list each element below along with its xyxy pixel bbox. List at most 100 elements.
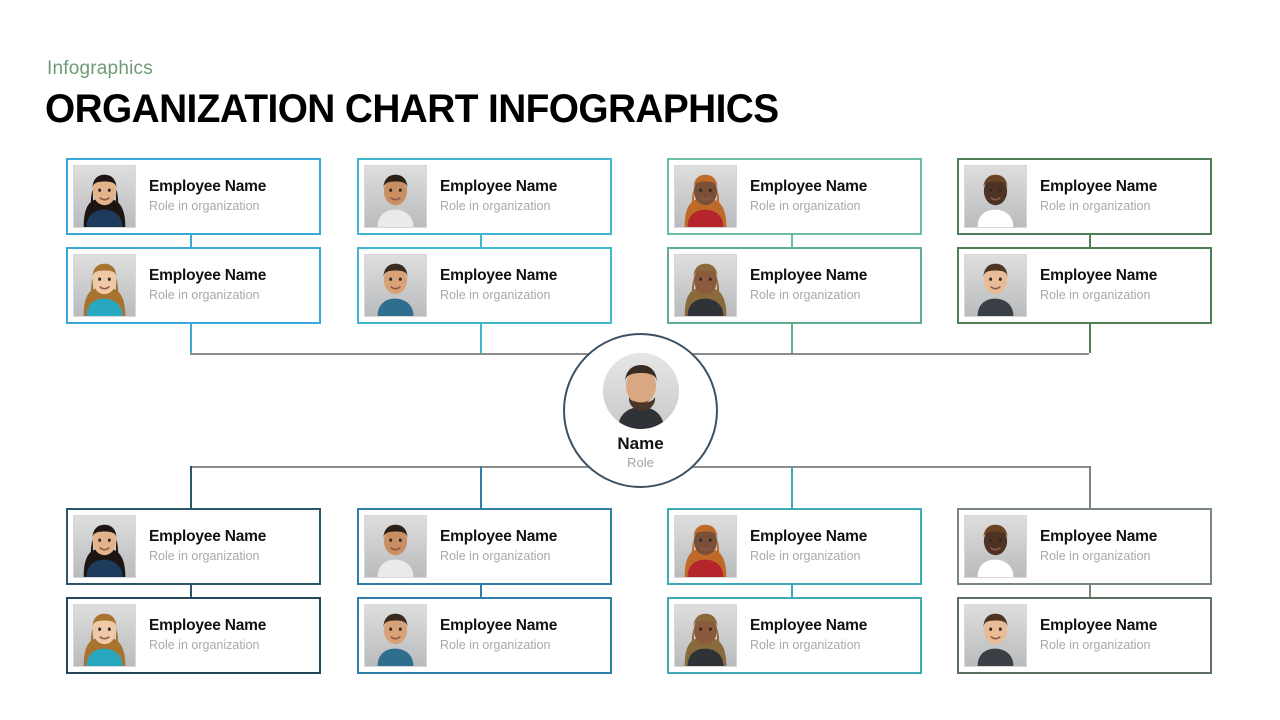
employee-role: Role in organization [750, 199, 861, 214]
employee-role: Role in organization [1040, 549, 1151, 564]
employee-name: Employee Name [440, 178, 558, 196]
employee-avatar [674, 515, 737, 578]
employee-card-top-r2-c3[interactable]: Employee Name Role in organization [667, 247, 922, 324]
employee-role: Role in organization [149, 288, 260, 303]
employee-avatar [674, 165, 737, 228]
employee-name: Employee Name [750, 528, 868, 546]
employee-card-bottom-r2-c4[interactable]: Employee Name Role in organization [957, 597, 1212, 674]
employee-name: Employee Name [149, 528, 267, 546]
employee-name: Employee Name [1040, 178, 1158, 196]
employee-card-top-r2-c1[interactable]: Employee Name Role in organization [66, 247, 321, 324]
employee-role: Role in organization [440, 288, 551, 303]
employee-avatar [674, 254, 737, 317]
employee-card-top-r2-c2[interactable]: Employee Name Role in organization [357, 247, 612, 324]
connector-bottom-col2-riser [480, 466, 482, 508]
employee-role: Role in organization [440, 638, 551, 653]
center-node-avatar [602, 353, 679, 429]
connector-top-col3-r1r2 [791, 235, 793, 247]
center-node-role: Role [627, 454, 654, 470]
employee-text: Employee Name Role in organization [440, 267, 557, 303]
employee-text: Employee Name Role in organization [750, 178, 867, 214]
page-title: ORGANIZATION CHART INFOGRAPHICS [45, 87, 779, 131]
employee-role: Role in organization [149, 199, 260, 214]
employee-role: Role in organization [440, 199, 551, 214]
employee-role: Role in organization [149, 549, 260, 564]
employee-card-bottom-r2-c2[interactable]: Employee Name Role in organization [357, 597, 612, 674]
employee-avatar [364, 515, 427, 578]
employee-role: Role in organization [750, 288, 861, 303]
employee-role: Role in organization [149, 638, 260, 653]
employee-name: Employee Name [1040, 617, 1158, 635]
connector-top-col1-drop [190, 324, 192, 353]
employee-name: Employee Name [750, 617, 868, 635]
employee-text: Employee Name Role in organization [1040, 267, 1157, 303]
eyebrow-label: Infographics [47, 58, 153, 79]
employee-role: Role in organization [1040, 288, 1151, 303]
employee-text: Employee Name Role in organization [440, 528, 557, 564]
employee-card-bottom-r2-c3[interactable]: Employee Name Role in organization [667, 597, 922, 674]
employee-role: Role in organization [750, 638, 861, 653]
employee-avatar [364, 604, 427, 667]
employee-avatar [73, 254, 136, 317]
employee-name: Employee Name [750, 178, 868, 196]
employee-text: Employee Name Role in organization [1040, 178, 1157, 214]
employee-role: Role in organization [440, 549, 551, 564]
employee-avatar [73, 165, 136, 228]
employee-card-top-r2-c4[interactable]: Employee Name Role in organization [957, 247, 1212, 324]
connector-top-col2-drop [480, 324, 482, 353]
employee-name: Employee Name [149, 617, 267, 635]
employee-name: Employee Name [1040, 528, 1158, 546]
employee-avatar [73, 604, 136, 667]
employee-name: Employee Name [1040, 267, 1158, 285]
employee-role: Role in organization [1040, 199, 1151, 214]
employee-avatar [964, 604, 1027, 667]
employee-name: Employee Name [440, 617, 558, 635]
employee-text: Employee Name Role in organization [440, 178, 557, 214]
employee-avatar [364, 254, 427, 317]
employee-text: Employee Name Role in organization [149, 528, 266, 564]
employee-avatar [964, 165, 1027, 228]
connector-top-col4-r1r2 [1089, 235, 1091, 247]
employee-card-top-r1-c2[interactable]: Employee Name Role in organization [357, 158, 612, 235]
employee-text: Employee Name Role in organization [750, 528, 867, 564]
employee-name: Employee Name [440, 528, 558, 546]
connector-bottom-col2-r1r2 [480, 585, 482, 597]
employee-name: Employee Name [149, 178, 267, 196]
employee-card-top-r1-c3[interactable]: Employee Name Role in organization [667, 158, 922, 235]
employee-role: Role in organization [750, 549, 861, 564]
employee-avatar [964, 254, 1027, 317]
center-node[interactable]: Name Role [563, 333, 718, 488]
connector-bottom-col1-riser [190, 466, 192, 508]
connector-top-col4-drop [1089, 324, 1091, 353]
connector-bottom-col4-riser [1089, 466, 1091, 508]
connector-top-col1-r1r2 [190, 235, 192, 247]
employee-name: Employee Name [440, 267, 558, 285]
employee-card-top-r1-c4[interactable]: Employee Name Role in organization [957, 158, 1212, 235]
connector-bottom-col3-r1r2 [791, 585, 793, 597]
employee-card-bottom-r1-c1[interactable]: Employee Name Role in organization [66, 508, 321, 585]
employee-card-bottom-r2-c1[interactable]: Employee Name Role in organization [66, 597, 321, 674]
employee-avatar [73, 515, 136, 578]
employee-name: Employee Name [750, 267, 868, 285]
employee-text: Employee Name Role in organization [149, 617, 266, 653]
employee-avatar [674, 604, 737, 667]
employee-text: Employee Name Role in organization [750, 267, 867, 303]
employee-card-bottom-r1-c4[interactable]: Employee Name Role in organization [957, 508, 1212, 585]
connector-top-col3-drop [791, 324, 793, 353]
employee-role: Role in organization [1040, 638, 1151, 653]
employee-avatar [964, 515, 1027, 578]
employee-text: Employee Name Role in organization [1040, 617, 1157, 653]
slide-canvas: Infographics ORGANIZATION CHART INFOGRAP… [0, 0, 1280, 720]
employee-text: Employee Name Role in organization [750, 617, 867, 653]
center-node-name: Name [617, 434, 664, 453]
connector-bottom-col4-r1r2 [1089, 585, 1091, 597]
employee-name: Employee Name [149, 267, 267, 285]
employee-avatar [364, 165, 427, 228]
employee-card-bottom-r1-c2[interactable]: Employee Name Role in organization [357, 508, 612, 585]
employee-text: Employee Name Role in organization [440, 617, 557, 653]
connector-bottom-col3-riser [791, 466, 793, 508]
employee-text: Employee Name Role in organization [149, 178, 266, 214]
connector-bottom-col1-r1r2 [190, 585, 192, 597]
employee-card-top-r1-c1[interactable]: Employee Name Role in organization [66, 158, 321, 235]
employee-card-bottom-r1-c3[interactable]: Employee Name Role in organization [667, 508, 922, 585]
